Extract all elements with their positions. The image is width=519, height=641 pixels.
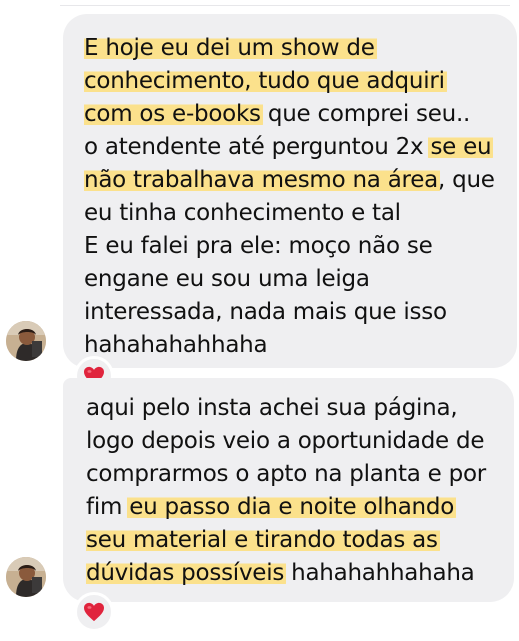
highlighted-text: E hoje eu dei um show de bbox=[84, 35, 377, 61]
message-text-line: interessada, nada mais que isso bbox=[84, 296, 503, 329]
message-text-line: logo depois veio a oportunidade de bbox=[86, 425, 500, 458]
message-bubble-2[interactable]: aqui pelo insta achei sua página, logo de… bbox=[63, 378, 514, 602]
highlighted-text: seu material e tirando todas as bbox=[86, 527, 440, 553]
message-text: que comprei seu.. bbox=[260, 101, 471, 127]
message-bubble-1[interactable]: E hoje eu dei um show de conhecimento, tu… bbox=[63, 14, 517, 368]
message-text-line: o atendente até perguntou 2x se eu bbox=[84, 131, 503, 164]
highlighted-text: conhecimento, tudo que adquiri bbox=[84, 68, 447, 94]
message-text-line: conhecimento, tudo que adquiri bbox=[84, 65, 503, 98]
message-text-line: eu tinha conhecimento e tal bbox=[84, 197, 503, 230]
message-text: comprarmos o apto na planta e por bbox=[86, 461, 486, 487]
message-text: logo depois veio a oportunidade de bbox=[86, 428, 485, 454]
message-text: fim bbox=[86, 494, 130, 520]
avatar-photo-icon bbox=[6, 557, 46, 597]
message-text-line: aqui pelo insta achei sua página, bbox=[86, 392, 500, 425]
message-text: hahahahhahaha bbox=[284, 560, 475, 586]
highlighted-text: não trabalhava mesmo na área bbox=[84, 167, 440, 193]
message-text-line: hahahahahhaha bbox=[84, 329, 503, 362]
message-text: o atendente até perguntou 2x bbox=[84, 134, 431, 160]
highlighted-text: se eu bbox=[428, 134, 494, 160]
highlighted-text: eu passo dia e noite olhando bbox=[127, 494, 457, 520]
reaction-badge-2[interactable] bbox=[74, 592, 114, 632]
message-text: aqui pelo insta achei sua página, bbox=[86, 395, 458, 421]
message-1-paragraph-2: E eu falei pra ele: moço não se engane eu… bbox=[84, 230, 503, 362]
message-text-line: com os e-books que comprei seu.. bbox=[84, 98, 503, 131]
highlighted-text: dúvidas possíveis bbox=[86, 560, 287, 586]
heart-icon bbox=[84, 602, 104, 622]
message-text-line: E hoje eu dei um show de bbox=[84, 32, 503, 65]
avatar-photo-icon bbox=[6, 321, 46, 361]
highlighted-text: com os e-books bbox=[84, 101, 263, 127]
message-text: eu tinha conhecimento e tal bbox=[84, 200, 401, 226]
message-text-line: fim eu passo dia e noite olhando bbox=[86, 491, 500, 524]
message-text: , que bbox=[438, 167, 495, 193]
message-text: interessada, nada mais que isso bbox=[84, 299, 447, 325]
message-text-line: E eu falei pra ele: moço não se bbox=[84, 230, 503, 263]
sender-avatar[interactable] bbox=[6, 321, 46, 361]
message-text: hahahahahhaha bbox=[84, 332, 268, 358]
message-text-line: seu material e tirando todas as bbox=[86, 524, 500, 557]
message-text: E eu falei pra ele: moço não se bbox=[84, 233, 433, 259]
message-text-line: não trabalhava mesmo na área, que bbox=[84, 164, 503, 197]
message-text: engane eu sou uma leiga bbox=[84, 266, 370, 292]
message-text-line: dúvidas possíveis hahahahhahaha bbox=[86, 557, 500, 590]
message-1-paragraph-1: E hoje eu dei um show de conhecimento, tu… bbox=[84, 32, 503, 230]
divider-line bbox=[60, 5, 510, 6]
message-text-line: comprarmos o apto na planta e por bbox=[86, 458, 500, 491]
message-text-line: engane eu sou uma leiga bbox=[84, 263, 503, 296]
sender-avatar[interactable] bbox=[6, 557, 46, 597]
message-2-paragraph-1: aqui pelo insta achei sua página, logo de… bbox=[86, 392, 500, 590]
